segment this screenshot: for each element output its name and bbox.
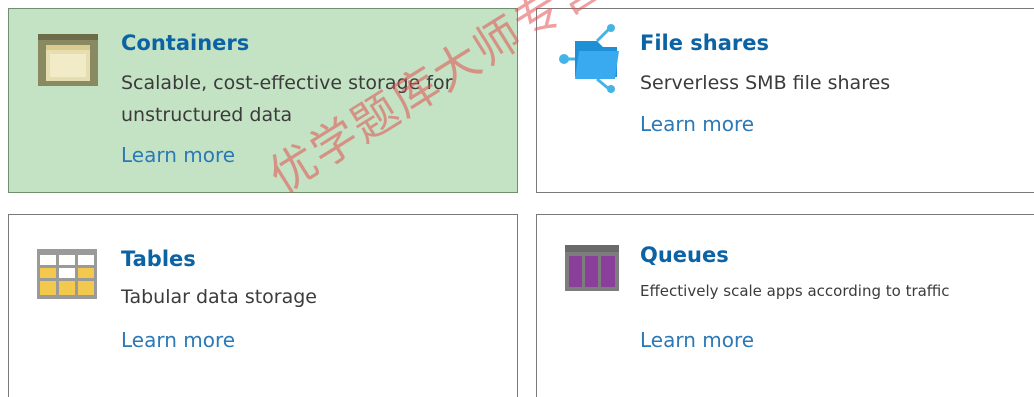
card-description: Scalable, cost-effective storage for uns… <box>121 72 453 126</box>
storage-services-panel: Containers Scalable, cost-effective stor… <box>0 0 1034 397</box>
card-description: Tabular data storage <box>121 286 317 308</box>
card-description: Serverless SMB file shares <box>640 72 891 94</box>
containers-card[interactable]: Containers Scalable, cost-effective stor… <box>8 8 518 193</box>
learn-more-link[interactable]: Learn more <box>121 143 235 167</box>
card-title: Queues <box>640 243 729 267</box>
queues-icon <box>565 245 619 295</box>
containers-icon <box>37 33 99 91</box>
learn-more-link[interactable]: Learn more <box>640 112 754 136</box>
card-title: File shares <box>640 31 770 55</box>
tables-icon <box>37 249 97 303</box>
file-shares-icon <box>557 23 627 97</box>
learn-more-link[interactable]: Learn more <box>640 328 754 352</box>
card-description: Effectively scale apps according to traf… <box>640 282 950 300</box>
card-title: Tables <box>121 247 196 271</box>
tables-card[interactable]: Tables Tabular data storage Learn more <box>8 214 518 397</box>
learn-more-link[interactable]: Learn more <box>121 328 235 352</box>
file-shares-card[interactable]: File shares Serverless SMB file shares L… <box>536 8 1034 193</box>
card-title: Containers <box>121 31 250 55</box>
queues-card[interactable]: Queues Effectively scale apps according … <box>536 214 1034 397</box>
